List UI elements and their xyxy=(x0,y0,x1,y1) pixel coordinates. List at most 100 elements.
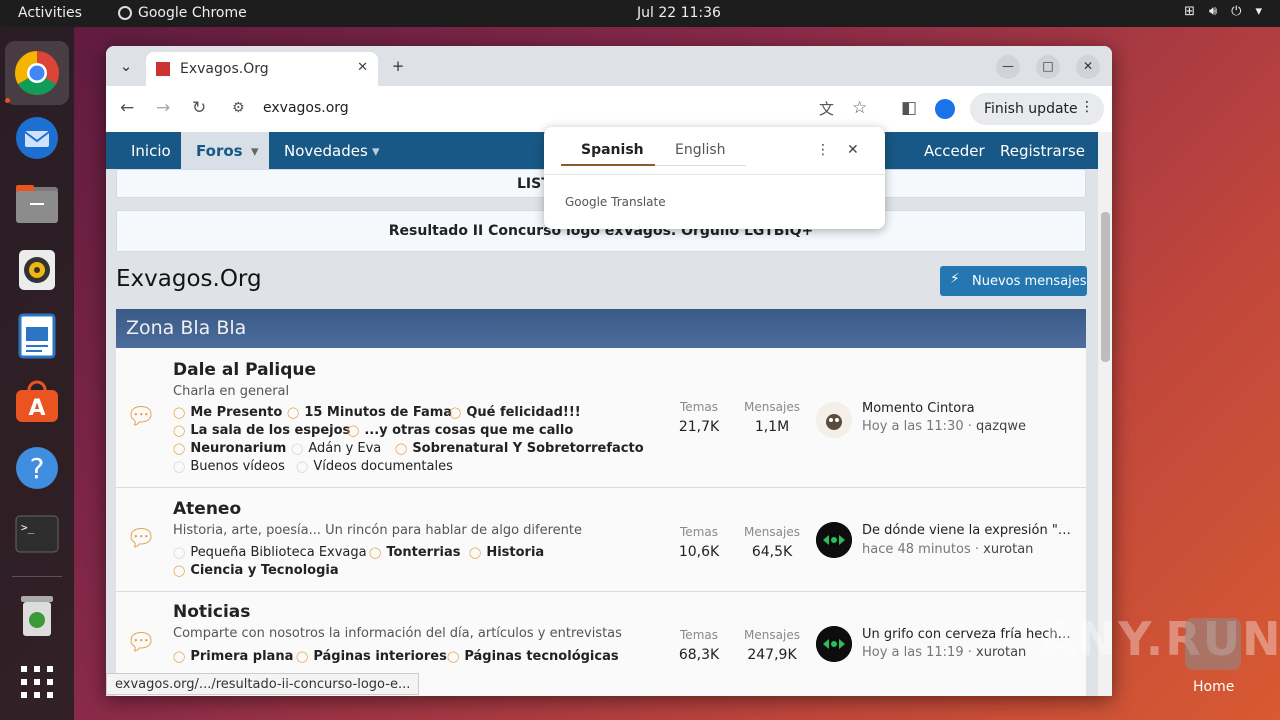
forward-icon[interactable]: → xyxy=(156,98,170,118)
subforum-link[interactable]: ◯ ...y otras cosas que me callo xyxy=(347,423,573,438)
minimize-button[interactable]: — xyxy=(996,55,1020,79)
new-tab-button[interactable]: + xyxy=(386,55,410,79)
bookmark-star-icon[interactable]: ☆ xyxy=(852,98,867,118)
subforum-label: Vídeos documentales xyxy=(313,459,453,474)
app-menu[interactable]: Google Chrome xyxy=(118,5,247,21)
temas-label: Temas xyxy=(680,525,718,539)
new-messages-button[interactable]: ⚡︎ Nuevos mensajes xyxy=(940,266,1087,296)
subforum-link[interactable]: ◯ Páginas interiores xyxy=(296,649,447,664)
app-grid-icon[interactable] xyxy=(13,658,61,706)
forum-title[interactable]: Ateneo xyxy=(173,499,241,519)
subforum-link[interactable]: ◯ Primera plana xyxy=(173,649,293,664)
scrollbar-thumb[interactable] xyxy=(1101,212,1110,362)
nav-inicio[interactable]: Inicio xyxy=(131,142,171,160)
back-icon[interactable]: ← xyxy=(120,98,134,118)
meta-separator: · xyxy=(967,645,972,660)
translate-tab-spanish[interactable]: Spanish xyxy=(581,142,644,158)
tab-strip: ⌄ Exvagos.Org ✕ + — □ ✕ xyxy=(106,46,1112,86)
temas-count: 21,7K xyxy=(678,419,720,435)
category-title: Zona Bla Bla xyxy=(126,317,247,339)
tab-close-icon[interactable]: ✕ xyxy=(357,60,368,75)
app-center-icon[interactable]: A xyxy=(13,378,61,426)
subforum-link[interactable]: ◯ Qué felicidad!!! xyxy=(449,405,581,420)
help-icon[interactable]: ? xyxy=(13,444,61,492)
activities-button[interactable]: Activities xyxy=(18,5,82,21)
subforum-label: ...y otras cosas que me callo xyxy=(364,423,574,438)
app-name: Google Chrome xyxy=(138,5,247,21)
subforum-link[interactable]: ◯ Ciencia y Tecnologia xyxy=(173,563,339,578)
subforum-link[interactable]: ◯ Adán y Eva xyxy=(291,441,381,456)
side-panel-icon[interactable]: ◧ xyxy=(901,98,917,118)
network-icon: ⊞ xyxy=(1184,4,1195,19)
subforum-icon: ◯ xyxy=(347,424,360,437)
tab-exvagos[interactable]: Exvagos.Org ✕ xyxy=(146,52,378,86)
translate-icon[interactable]: 文 xyxy=(819,98,834,119)
subforum-link[interactable]: ◯ Tonterrias xyxy=(369,545,460,560)
translate-tab-english[interactable]: English xyxy=(675,142,726,158)
last-post-title[interactable]: De dónde viene la expresión "esta... xyxy=(862,523,1077,538)
tab-search-button[interactable]: ⌄ xyxy=(114,55,138,79)
status-bar: exvagos.org/.../resultado-ii-concurso-lo… xyxy=(106,673,420,695)
files-icon[interactable] xyxy=(13,180,61,228)
home-folder-icon[interactable] xyxy=(1185,618,1241,670)
finish-update-button[interactable]: Finish update ⋮ xyxy=(970,93,1104,125)
nav-registrarse[interactable]: Registrarse xyxy=(1000,142,1085,160)
translate-close-icon[interactable]: ✕ xyxy=(847,142,859,158)
profile-avatar-icon[interactable] xyxy=(935,99,955,119)
avatar[interactable] xyxy=(816,626,852,662)
subforum-link[interactable]: ◯ Vídeos documentales xyxy=(296,459,453,474)
mensajes-label: Mensajes xyxy=(744,525,800,539)
terminal-icon[interactable]: >_ xyxy=(13,510,61,558)
site-info-icon[interactable]: ⚙ xyxy=(232,100,245,116)
mensajes-count: 64,5K xyxy=(751,544,793,560)
temas-label: Temas xyxy=(680,400,718,414)
writer-icon[interactable] xyxy=(13,312,61,360)
subforum-link[interactable]: ◯ Neuronarium xyxy=(173,441,286,456)
subforum-icon: ◯ xyxy=(291,442,304,455)
translate-options-icon[interactable]: ⋮ xyxy=(816,142,830,158)
temas-count: 10,6K xyxy=(678,544,720,560)
last-post-time[interactable]: hace 48 minutos xyxy=(862,542,971,557)
nav-novedades[interactable]: Novedades xyxy=(284,142,368,160)
maximize-button[interactable]: □ xyxy=(1036,55,1060,79)
subforum-link[interactable]: ◯ Sobrenatural Y Sobretorrefacto xyxy=(395,441,644,456)
subforum-icon: ◯ xyxy=(287,406,300,419)
last-post-time[interactable]: Hoy a las 11:19 xyxy=(862,645,964,660)
last-post-user[interactable]: xurotan xyxy=(983,542,1033,557)
subforum-link[interactable]: ◯ Páginas tecnológicas xyxy=(447,649,619,664)
avatar[interactable] xyxy=(816,522,852,558)
last-post-title[interactable]: Momento Cintora xyxy=(862,401,1077,416)
subforum-link[interactable]: ◯ 15 Minutos de Fama xyxy=(287,405,452,420)
forum-title[interactable]: Dale al Palique xyxy=(173,360,316,380)
nav-foros[interactable]: Foros ▾ xyxy=(181,132,269,169)
address-bar[interactable]: exvagos.org xyxy=(263,100,349,116)
subforum-link[interactable]: ◯ Me Presento xyxy=(173,405,282,420)
system-tray[interactable]: ⊞ 🔊︎ ⏻ ▾ xyxy=(1184,4,1262,19)
subforum-link[interactable]: ◯ La sala de los espejos xyxy=(173,423,350,438)
last-post-user[interactable]: qazqwe xyxy=(976,419,1026,434)
chevron-down-icon[interactable]: ▾ xyxy=(372,142,380,160)
subforum-link[interactable]: ◯ Historia xyxy=(469,545,544,560)
avatar[interactable] xyxy=(816,402,852,438)
nav-acceder[interactable]: Acceder xyxy=(924,142,985,160)
thunderbird-icon[interactable] xyxy=(13,114,61,162)
chrome-icon[interactable] xyxy=(13,49,61,97)
svg-text:>_: >_ xyxy=(21,521,35,534)
subforum-icon: ◯ xyxy=(395,442,408,455)
subforum-link[interactable]: ◯ Buenos vídeos xyxy=(173,459,285,474)
last-post-time[interactable]: Hoy a las 11:30 xyxy=(862,419,964,434)
translate-active-underline xyxy=(561,164,655,166)
mensajes-count: 247,9K xyxy=(747,647,797,663)
subforum-link[interactable]: ◯ Pequeña Biblioteca Exvaga xyxy=(173,545,367,560)
forum-row: 💬︎ Ateneo Historia, arte, poesía... Un r… xyxy=(116,488,1086,592)
clock[interactable]: Jul 22 11:36 xyxy=(637,5,721,21)
close-window-button[interactable]: ✕ xyxy=(1076,55,1100,79)
subforum-icon: ◯ xyxy=(173,442,186,455)
trash-icon[interactable] xyxy=(13,592,61,640)
rhythmbox-icon[interactable] xyxy=(13,246,61,294)
category-header[interactable]: Zona Bla Bla xyxy=(116,309,1086,348)
reload-icon[interactable]: ↻ xyxy=(192,98,206,118)
chevron-down-icon[interactable]: ▾ xyxy=(251,142,259,160)
last-post-user[interactable]: xurotan xyxy=(976,645,1026,660)
forum-title[interactable]: Noticias xyxy=(173,602,250,622)
